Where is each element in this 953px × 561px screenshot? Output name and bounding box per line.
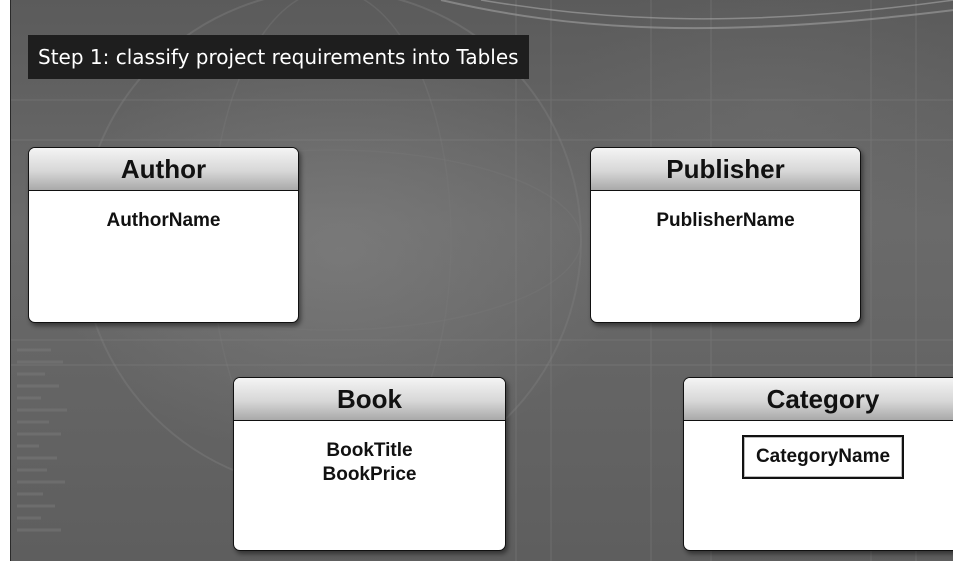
book-title-field: BookTitle	[326, 440, 413, 461]
author-name-field: AuthorName	[106, 210, 221, 231]
book-table: Book BookTitle BookPrice	[233, 377, 506, 551]
category-name-field: CategoryName	[741, 435, 905, 479]
category-table-header: Category	[684, 378, 953, 421]
book-table-header: Book	[234, 378, 505, 421]
book-table-fields: BookTitle BookPrice	[234, 421, 505, 487]
book-price-field: BookPrice	[322, 464, 417, 485]
publisher-name-field: PublisherName	[656, 210, 795, 231]
publisher-table-fields: PublisherName	[591, 191, 860, 233]
author-table: Author AuthorName	[28, 147, 299, 323]
author-table-fields: AuthorName	[29, 191, 298, 233]
publisher-table: Publisher PublisherName	[590, 147, 861, 323]
category-table: Category CategoryName	[683, 377, 953, 551]
category-table-fields: CategoryName	[684, 421, 953, 479]
publisher-table-header: Publisher	[591, 148, 860, 191]
step-title: Step 1: classify project requirements in…	[28, 35, 529, 79]
slide-canvas: Step 1: classify project requirements in…	[10, 0, 953, 561]
author-table-header: Author	[29, 148, 298, 191]
